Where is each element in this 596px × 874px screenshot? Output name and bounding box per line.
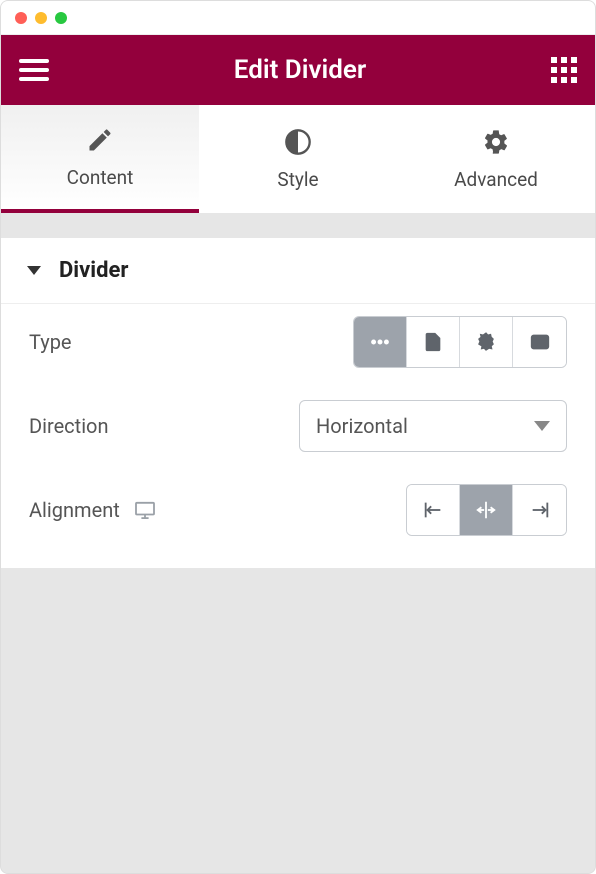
type-option-dots[interactable] — [354, 317, 407, 367]
type-label: Type — [29, 330, 72, 354]
pencil-icon — [86, 126, 114, 154]
badge-icon — [475, 331, 497, 353]
align-right-button[interactable] — [513, 485, 566, 535]
tabs: Content Style Advanced — [1, 105, 595, 213]
align-center-button[interactable] — [460, 485, 513, 535]
direction-select[interactable]: Horizontal — [299, 400, 567, 452]
direction-value: Horizontal — [316, 414, 408, 438]
spacer — [1, 213, 595, 238]
file-icon — [422, 331, 444, 353]
type-option-badge[interactable] — [460, 317, 513, 367]
type-option-image[interactable] — [513, 317, 566, 367]
menu-icon[interactable] — [19, 59, 49, 81]
panel-header: Edit Divider — [1, 35, 595, 105]
tab-label: Style — [277, 168, 318, 191]
dots-icon — [369, 331, 391, 353]
contrast-icon — [284, 128, 312, 156]
window-minimize-icon[interactable] — [35, 12, 47, 24]
tab-label: Content — [67, 166, 134, 189]
alignment-button-group — [406, 484, 567, 536]
empty-area — [1, 568, 595, 873]
align-left-button[interactable] — [407, 485, 460, 535]
image-icon — [529, 331, 551, 353]
type-button-group — [353, 316, 567, 368]
window-close-icon[interactable] — [15, 12, 27, 24]
align-right-icon — [529, 499, 551, 521]
row-type: Type — [29, 314, 567, 370]
alignment-label: Alignment — [29, 498, 120, 522]
direction-label: Direction — [29, 414, 109, 438]
gear-icon — [482, 128, 510, 156]
row-alignment: Alignment — [29, 482, 567, 538]
panel-title: Edit Divider — [234, 55, 366, 85]
tab-content[interactable]: Content — [1, 105, 199, 213]
type-option-file[interactable] — [407, 317, 460, 367]
tab-style[interactable]: Style — [199, 105, 397, 213]
tab-advanced[interactable]: Advanced — [397, 105, 595, 213]
section-header[interactable]: Divider — [1, 238, 595, 304]
align-center-icon — [475, 499, 497, 521]
section-title: Divider — [59, 258, 128, 283]
align-left-icon — [422, 499, 444, 521]
apps-icon[interactable] — [551, 57, 577, 83]
chevron-down-icon — [27, 266, 41, 275]
chevron-down-icon — [534, 421, 550, 431]
window-zoom-icon[interactable] — [55, 12, 67, 24]
tab-label: Advanced — [454, 168, 538, 191]
controls-panel: Type Direction Horizontal — [1, 304, 595, 568]
row-direction: Direction Horizontal — [29, 398, 567, 454]
window-titlebar — [1, 1, 595, 35]
desktop-icon[interactable] — [134, 501, 156, 519]
